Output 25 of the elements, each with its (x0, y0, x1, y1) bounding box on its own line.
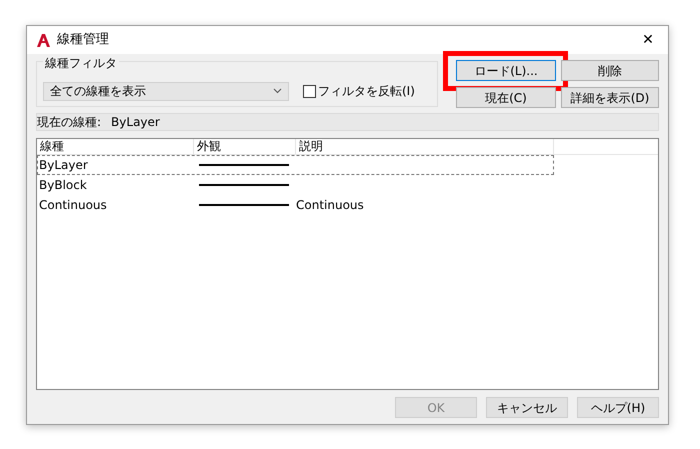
column-header[interactable]: 外観 (194, 139, 296, 154)
dialog-button[interactable]: キャンセル (486, 397, 568, 418)
action-button[interactable]: ロード(L)... (456, 60, 556, 81)
action-button[interactable]: 削除 (561, 60, 659, 81)
invert-checkbox[interactable]: フィルタを反転(I) (303, 82, 415, 100)
list-row[interactable]: ByBlock (37, 175, 554, 195)
app-logo-icon (36, 32, 51, 48)
list-row[interactable]: Continuous Continuous (37, 195, 554, 215)
column-header[interactable]: 説明 (296, 139, 554, 154)
linetype-name: ByLayer (38, 157, 89, 174)
close-button[interactable]: ✕ (628, 26, 668, 54)
linetype-name: Continuous (38, 197, 108, 214)
window-title: 線種管理 (57, 31, 109, 50)
chevron-icon (273, 88, 282, 94)
linetype-name: ByBlock (38, 177, 88, 194)
action-button[interactable]: 現在(C) (456, 87, 556, 108)
filter-dropdown[interactable]: 全ての線種を表示 (43, 82, 289, 100)
current-linetype-label: 現在の線種: (37, 114, 102, 131)
column-header[interactable]: 線種 (37, 139, 194, 154)
action-button[interactable]: 詳細を表示(D) (561, 87, 659, 108)
current-linetype-value: ByLayer (111, 114, 160, 131)
group-label: 線種フィルタ (43, 54, 119, 72)
list-row[interactable]: ByLayer (37, 155, 554, 175)
linetype-description: Continuous (296, 198, 364, 212)
dialog-button[interactable]: ヘルプ(H) (577, 397, 659, 418)
